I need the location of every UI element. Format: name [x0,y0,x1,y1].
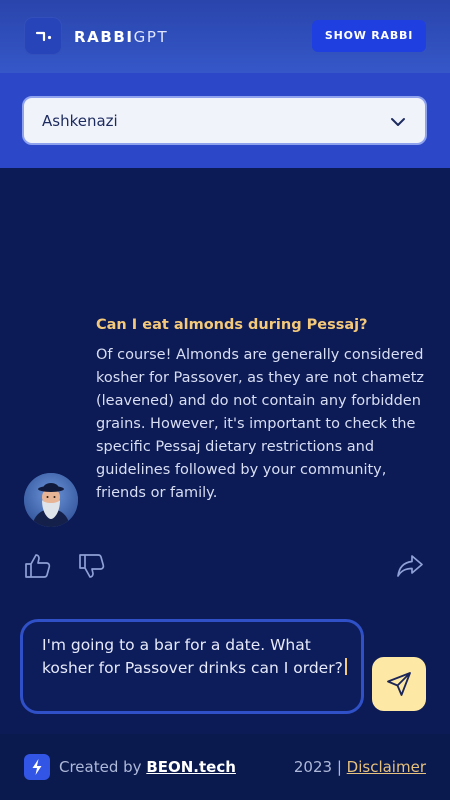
tradition-select[interactable]: Ashkenazi [22,96,427,145]
app-logo-text[interactable]: RABBIGPT [74,27,168,47]
share-icon[interactable] [396,553,424,579]
message-input-value: I'm going to a bar for a date. What kosh… [42,636,343,677]
message-input[interactable]: I'm going to a bar for a date. What kosh… [20,619,364,714]
footer-legal: 2023 | Disclaimer [294,758,426,776]
beon-logo-icon[interactable] [24,754,50,780]
tradition-select-section: Ashkenazi [0,73,450,168]
rabbi-answer: Of course! Almonds are generally conside… [96,347,425,501]
app-header: RABBIGPT SHOW RABBI [0,0,450,73]
footer-credit: Created by BEON.tech [59,758,236,776]
tradition-select-value: Ashkenazi [42,112,118,130]
created-by-label: Created by [59,758,142,776]
chat-area: Can I eat almonds during Pessaj? Of cour… [0,168,450,734]
footer: Created by BEON.tech 2023 | Disclaimer [0,734,450,800]
logo-icon[interactable] [24,17,62,55]
logo-bold-text: RABBI [74,28,134,46]
send-icon [387,672,411,696]
beon-link[interactable]: BEON.tech [146,758,236,776]
chevron-down-icon [391,118,405,126]
thumbs-up-icon[interactable] [24,553,52,579]
rabbi-avatar [24,473,78,527]
text-cursor [344,658,347,675]
show-rabbi-button[interactable]: SHOW RABBI [312,20,426,52]
copyright-year: 2023 | [293,758,342,776]
message-input-text: I'm going to a bar for a date. What kosh… [42,634,352,680]
disclaimer-link[interactable]: Disclaimer [347,758,426,776]
user-question: Can I eat almonds during Pessaj? [96,317,368,333]
send-button[interactable] [372,657,426,711]
logo-light-text: GPT [133,28,169,46]
thumbs-down-icon[interactable] [78,553,106,579]
